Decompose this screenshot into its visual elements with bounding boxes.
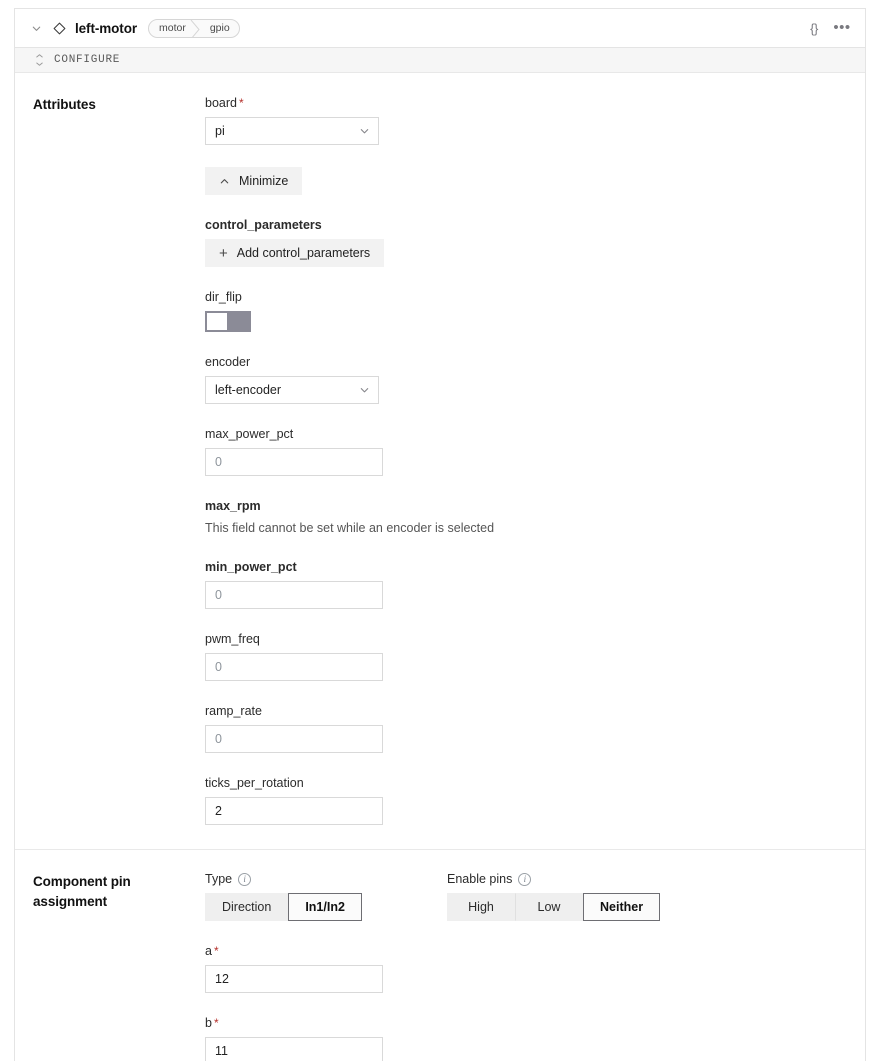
json-view-icon[interactable]: {} (803, 17, 825, 39)
enable-pins-option-neither[interactable]: Neither (583, 893, 661, 921)
dir-flip-label: dir_flip (205, 290, 242, 304)
page-title: left-motor (75, 20, 137, 36)
enable-pins-option-low[interactable]: Low (515, 893, 583, 921)
board-label-text: board (205, 96, 237, 110)
enable-pins-group: Enable pins i High Low Neither (447, 872, 707, 921)
pin-a-label-text: a (205, 944, 212, 958)
enable-pins-label-row: Enable pins i (447, 872, 707, 886)
field-pin-b: b * (205, 1015, 847, 1061)
type-segmented-control[interactable]: Direction In1/In2 (205, 893, 447, 921)
plus-icon: + (219, 244, 228, 262)
info-icon[interactable]: i (238, 872, 252, 886)
pin-a-label: a * (205, 943, 847, 959)
minimize-button-label: Minimize (239, 174, 289, 188)
attributes-section: Attributes board * pi Minimize control_p… (15, 73, 865, 849)
field-max-rpm: max_rpm This field cannot be set while a… (205, 498, 847, 537)
configure-label: CONFIGURE (54, 54, 121, 66)
attributes-section-title: Attributes (33, 97, 96, 112)
field-encoder: encoder left-encoder (205, 354, 847, 404)
configure-bar[interactable]: CONFIGURE (15, 48, 865, 73)
field-minimize: Minimize (205, 167, 847, 195)
control-parameters-label: control_parameters (205, 218, 322, 232)
ramp-rate-input[interactable] (205, 725, 383, 753)
info-icon[interactable]: i (518, 872, 532, 886)
breadcrumb-item-gpio[interactable]: gpio (200, 20, 239, 37)
minimize-button[interactable]: Minimize (205, 167, 303, 195)
type-option-in1-in2[interactable]: In1/In2 (288, 893, 362, 921)
pwm-freq-label: pwm_freq (205, 632, 260, 646)
ticks-per-rotation-input[interactable] (205, 797, 383, 825)
collapse-vertical-icon[interactable] (33, 54, 45, 66)
board-select-value[interactable]: pi (205, 117, 379, 145)
pin-b-input[interactable] (205, 1037, 383, 1061)
pin-assignment-section-title: Component pin assignment (33, 874, 131, 909)
pin-b-label: b * (205, 1015, 847, 1031)
field-control-parameters: control_parameters + Add control_paramet… (205, 217, 847, 267)
type-label-row: Type i (205, 872, 447, 886)
page-root: left-motor motor gpio {} ••• CONFIGURE A… (0, 0, 879, 1061)
type-option-direction[interactable]: Direction (205, 893, 289, 921)
board-label: board * (205, 95, 847, 111)
breadcrumb: motor gpio (148, 18, 240, 38)
field-pwm-freq: pwm_freq (205, 631, 847, 681)
ticks-per-rotation-label: ticks_per_rotation (205, 776, 304, 790)
diamond-icon (52, 21, 66, 35)
pin-a-required-asterisk: * (213, 944, 219, 958)
field-ramp-rate: ramp_rate (205, 703, 847, 753)
breadcrumb-separator-icon (190, 19, 200, 37)
pin-a-input[interactable] (205, 965, 383, 993)
field-pin-a: a * (205, 943, 847, 993)
card-header: left-motor motor gpio {} ••• (15, 9, 865, 48)
type-group: Type i Direction In1/In2 (205, 872, 447, 921)
dir-flip-toggle-knob (207, 313, 227, 330)
enable-pins-option-high[interactable]: High (447, 893, 515, 921)
enable-pins-label: Enable pins (447, 872, 513, 886)
add-control-parameters-button[interactable]: + Add control_parameters (205, 239, 385, 267)
chevron-up-icon (219, 176, 230, 187)
chevron-down-icon[interactable] (28, 20, 44, 36)
encoder-label: encoder (205, 355, 251, 369)
field-ticks-per-rotation: ticks_per_rotation (205, 775, 847, 825)
encoder-select[interactable]: left-encoder (205, 376, 379, 404)
max-rpm-label: max_rpm (205, 499, 261, 513)
pin-type-row: Type i Direction In1/In2 Enable pins i H… (205, 872, 847, 921)
component-card: left-motor motor gpio {} ••• CONFIGURE A… (14, 8, 866, 1061)
field-dir-flip: dir_flip (205, 289, 847, 332)
attributes-fields: board * pi Minimize control_parameters +… (205, 95, 865, 825)
pwm-freq-input[interactable] (205, 653, 383, 681)
max-rpm-help-text: This field cannot be set while an encode… (205, 521, 495, 535)
ramp-rate-label: ramp_rate (205, 704, 262, 718)
max-power-pct-label: max_power_pct (205, 427, 294, 441)
field-board: board * pi (205, 95, 847, 145)
pin-assignment-section: Component pin assignment Type i Directio… (15, 849, 865, 1061)
max-power-pct-input[interactable] (205, 448, 383, 476)
more-options-icon[interactable]: ••• (831, 17, 853, 39)
pin-assignment-fields: Type i Direction In1/In2 Enable pins i H… (205, 872, 865, 1061)
board-select[interactable]: pi (205, 117, 379, 145)
min-power-pct-label: min_power_pct (205, 560, 297, 574)
field-min-power-pct: min_power_pct (205, 559, 847, 609)
encoder-select-value[interactable]: left-encoder (205, 376, 379, 404)
pin-b-required-asterisk: * (213, 1016, 219, 1030)
field-max-power-pct: max_power_pct (205, 426, 847, 476)
add-control-parameters-label: Add control_parameters (236, 246, 371, 260)
pin-b-label-text: b (205, 1016, 212, 1030)
min-power-pct-input[interactable] (205, 581, 383, 609)
type-label: Type (205, 872, 233, 886)
enable-pins-segmented-control[interactable]: High Low Neither (447, 893, 707, 921)
board-required-asterisk: * (238, 96, 244, 110)
dir-flip-toggle[interactable] (205, 311, 251, 332)
